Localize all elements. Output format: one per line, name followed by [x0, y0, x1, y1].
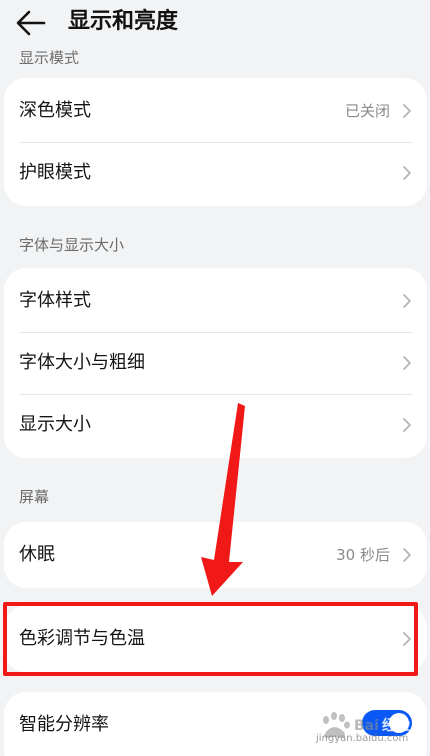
- row-value: 30 秒后: [336, 546, 390, 564]
- row-display-size[interactable]: 显示大小: [4, 394, 427, 456]
- row-label: 字体大小与粗细: [19, 352, 145, 373]
- chevron-right-icon: [403, 166, 411, 180]
- section-label-screen: 屏幕: [19, 488, 50, 506]
- row-font-size-weight[interactable]: 字体大小与粗细: [4, 332, 427, 394]
- card-font: 字体样式 字体大小与粗细 显示大小: [4, 268, 427, 458]
- row-dark-mode[interactable]: 深色模式 已关闭: [4, 80, 427, 142]
- chevron-right-icon: [403, 104, 411, 118]
- row-label: 休眠: [19, 544, 55, 565]
- row-label: 护眼模式: [19, 162, 91, 183]
- row-sleep[interactable]: 休眠 30 秒后: [4, 524, 427, 586]
- card-sleep: 休眠 30 秒后: [4, 522, 427, 588]
- row-label: 字体样式: [19, 290, 91, 311]
- chevron-right-icon: [403, 418, 411, 432]
- chevron-right-icon: [403, 294, 411, 308]
- chevron-right-icon: [403, 356, 411, 370]
- back-button[interactable]: [14, 7, 50, 39]
- watermark-text: jingyan.baidu.com: [316, 733, 409, 744]
- row-eye-comfort[interactable]: 护眼模式: [4, 142, 427, 204]
- page-title: 显示和亮度: [68, 9, 179, 34]
- row-label: 深色模式: [19, 100, 91, 121]
- card-display-mode: 深色模式 已关闭 护眼模式: [4, 78, 427, 206]
- svg-text:Bai: Bai: [354, 718, 379, 734]
- highlight-box: [3, 602, 418, 676]
- app-header: 显示和亮度: [0, 0, 430, 48]
- row-value: 已关闭: [344, 102, 390, 120]
- row-label: 智能分辨率: [19, 714, 109, 735]
- chevron-right-icon: [403, 548, 411, 562]
- baidu-watermark-icon: Bai 经验: [323, 712, 411, 738]
- section-label-font: 字体与显示大小: [19, 236, 125, 254]
- row-label: 显示大小: [19, 414, 91, 435]
- row-font-style[interactable]: 字体样式: [4, 270, 427, 332]
- svg-text:经验: 经验: [382, 717, 411, 734]
- back-arrow-icon: [16, 10, 46, 36]
